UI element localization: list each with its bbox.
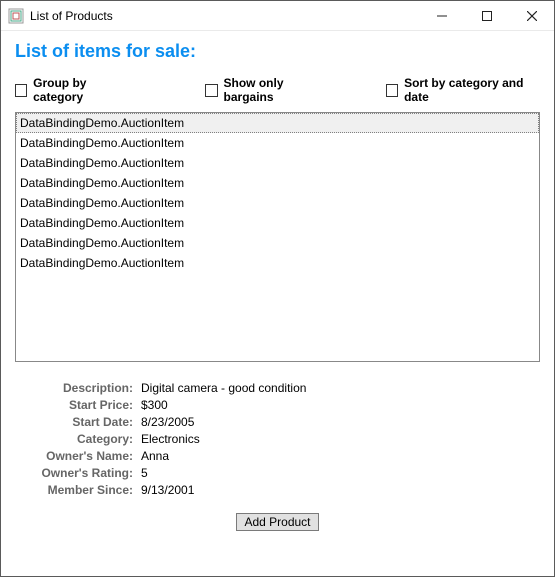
value-category: Electronics (141, 431, 200, 448)
label-category: Category: (25, 431, 141, 448)
app-icon (8, 8, 24, 24)
list-item[interactable]: DataBindingDemo.AuctionItem (16, 253, 539, 273)
label-owner-name: Owner's Name: (25, 448, 141, 465)
list-item[interactable]: DataBindingDemo.AuctionItem (16, 193, 539, 213)
checkbox-label: Group by category (33, 76, 131, 104)
checkbox-group-by-category[interactable]: Group by category (15, 76, 131, 104)
list-item[interactable]: DataBindingDemo.AuctionItem (16, 173, 539, 193)
list-item[interactable]: DataBindingDemo.AuctionItem (16, 113, 539, 133)
list-item[interactable]: DataBindingDemo.AuctionItem (16, 133, 539, 153)
label-start-date: Start Date: (25, 414, 141, 431)
filter-row: Group by category Show only bargains Sor… (15, 76, 540, 104)
window-controls (419, 1, 554, 30)
checkbox-show-only-bargains[interactable]: Show only bargains (205, 76, 328, 104)
add-product-button[interactable]: Add Product (236, 513, 318, 531)
list-item[interactable]: DataBindingDemo.AuctionItem (16, 213, 539, 233)
list-item[interactable]: DataBindingDemo.AuctionItem (16, 153, 539, 173)
page-heading: List of items for sale: (15, 41, 540, 62)
list-item[interactable]: DataBindingDemo.AuctionItem (16, 233, 539, 253)
checkbox-label: Sort by category and date (404, 76, 540, 104)
products-listbox[interactable]: DataBindingDemo.AuctionItemDataBindingDe… (15, 112, 540, 362)
close-button[interactable] (509, 1, 554, 30)
value-start-date: 8/23/2005 (141, 414, 194, 431)
checkbox-icon (15, 84, 27, 97)
footer-buttons: Add Product (15, 513, 540, 531)
value-owner-name: Anna (141, 448, 169, 465)
checkbox-sort-by-category-and-date[interactable]: Sort by category and date (386, 76, 540, 104)
minimize-button[interactable] (419, 1, 464, 30)
label-owner-rating: Owner's Rating: (25, 465, 141, 482)
value-description: Digital camera - good condition (141, 380, 306, 397)
value-member-since: 9/13/2001 (141, 482, 194, 499)
maximize-button[interactable] (464, 1, 509, 30)
checkbox-icon (386, 84, 398, 97)
label-start-price: Start Price: (25, 397, 141, 414)
label-description: Description: (25, 380, 141, 397)
titlebar: List of Products (1, 1, 554, 31)
value-owner-rating: 5 (141, 465, 148, 482)
window-title: List of Products (30, 9, 113, 23)
checkbox-icon (205, 84, 217, 97)
content-area: List of items for sale: Group by categor… (1, 31, 554, 537)
value-start-price: $300 (141, 397, 168, 414)
details-panel: Description: Digital camera - good condi… (25, 380, 540, 499)
label-member-since: Member Since: (25, 482, 141, 499)
checkbox-label: Show only bargains (224, 76, 328, 104)
